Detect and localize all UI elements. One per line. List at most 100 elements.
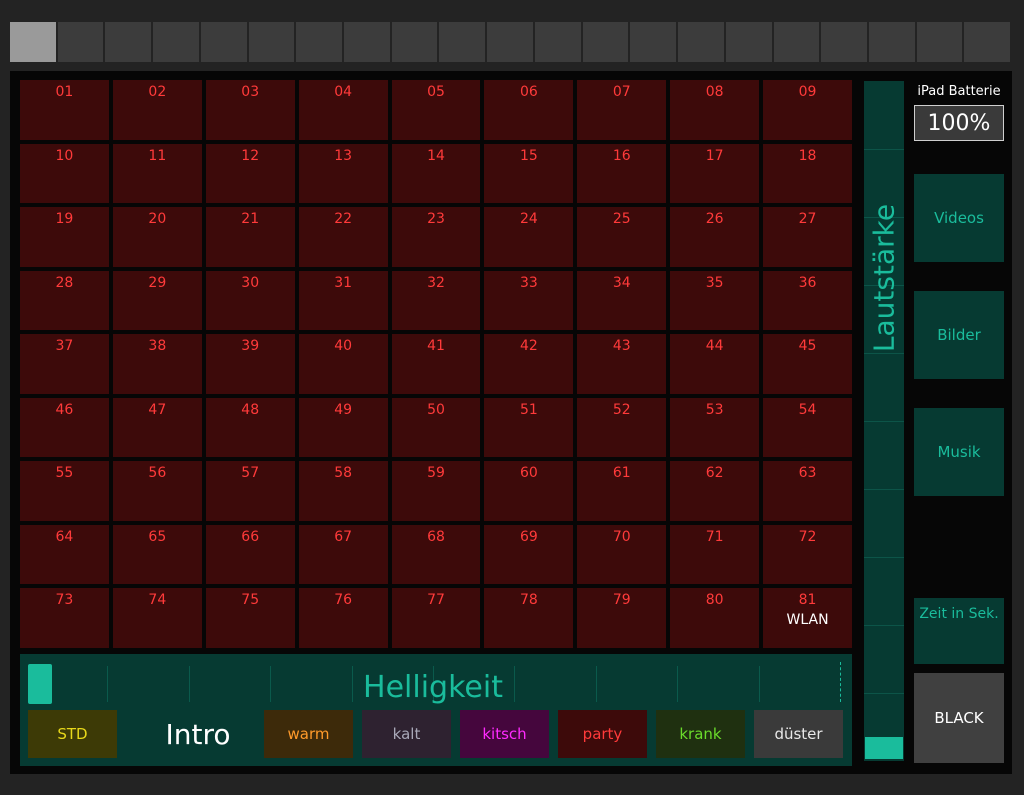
page-tab[interactable] [439, 22, 488, 62]
clip-button[interactable]: 61 [577, 461, 667, 521]
brightness-slider[interactable]: Helligkeit [26, 662, 841, 705]
clip-button[interactable]: 46 [20, 397, 109, 458]
time-seconds-field[interactable]: Zeit in Sek. [914, 598, 1004, 664]
clip-button[interactable]: 43 [577, 334, 667, 394]
clip-button[interactable]: 74 [112, 588, 202, 648]
page-tab[interactable] [630, 22, 679, 62]
preset-button[interactable]: warm [264, 710, 353, 758]
clip-button[interactable]: 55 [20, 461, 109, 521]
clip-button[interactable]: 72 [763, 524, 852, 585]
clip-button[interactable]: 80 [670, 588, 760, 648]
clip-button[interactable]: 45 [763, 334, 852, 394]
clip-button[interactable]: 48 [205, 397, 295, 458]
clip-button[interactable]: 29 [112, 270, 202, 331]
clip-button[interactable]: 08 [670, 80, 760, 140]
clip-button[interactable]: 31 [298, 270, 388, 331]
page-tab[interactable] [296, 22, 345, 62]
clip-button[interactable]: 77 [391, 588, 481, 648]
clip-button[interactable]: 47 [112, 397, 202, 458]
clip-button[interactable]: 01 [20, 80, 109, 140]
clip-button[interactable]: 20 [112, 207, 202, 267]
clip-button[interactable]: 39 [205, 334, 295, 394]
clip-button[interactable]: 79 [577, 588, 667, 648]
page-tab[interactable] [725, 22, 774, 62]
clip-button[interactable]: 16 [577, 143, 667, 204]
clip-button[interactable]: 67 [298, 524, 388, 585]
clip-button[interactable]: 04 [298, 80, 388, 140]
clip-button[interactable]: 59 [391, 461, 481, 521]
clip-button[interactable]: 19 [20, 207, 109, 267]
clip-button[interactable]: 12 [205, 143, 295, 204]
clip-button[interactable]: 49 [298, 397, 388, 458]
page-tab[interactable] [916, 22, 965, 62]
clip-button[interactable]: 52 [577, 397, 667, 458]
clip-button[interactable]: 17 [670, 143, 760, 204]
musik-button[interactable]: Musik [914, 408, 1004, 496]
clip-button[interactable]: 13 [298, 143, 388, 204]
clip-button[interactable]: 40 [298, 334, 388, 394]
clip-button[interactable]: 70 [577, 524, 667, 585]
clip-button[interactable]: 06 [484, 80, 574, 140]
clip-button[interactable]: 66 [205, 524, 295, 585]
clip-button[interactable]: 53 [670, 397, 760, 458]
clip-button[interactable]: 05 [391, 80, 481, 140]
clip-button[interactable]: 24 [484, 207, 574, 267]
clip-button[interactable]: 51 [484, 397, 574, 458]
clip-button[interactable]: 41 [391, 334, 481, 394]
clip-button[interactable]: 26 [670, 207, 760, 267]
bilder-button[interactable]: Bilder [914, 291, 1004, 379]
preset-button[interactable]: krank [656, 710, 745, 758]
clip-button[interactable]: 22 [298, 207, 388, 267]
videos-button[interactable]: Videos [914, 174, 1004, 262]
preset-button[interactable]: party [558, 710, 647, 758]
clip-button[interactable]: 69 [484, 524, 574, 585]
clip-button[interactable]: 28 [20, 270, 109, 331]
preset-button[interactable]: kalt [362, 710, 451, 758]
clip-button[interactable]: 64 [20, 524, 109, 585]
clip-button[interactable]: 09 [763, 80, 852, 140]
preset-button[interactable]: STD [28, 710, 117, 758]
volume-slider[interactable]: Lautstärke [864, 81, 904, 761]
page-tab[interactable] [821, 22, 869, 62]
clip-button[interactable]: 35 [670, 270, 760, 331]
clip-button[interactable]: 78 [484, 588, 574, 648]
clip-button[interactable]: 18 [763, 143, 852, 204]
page-tab[interactable] [678, 22, 726, 62]
clip-button[interactable]: 30 [205, 270, 295, 331]
clip-button[interactable]: 36 [763, 270, 852, 331]
page-tab[interactable] [153, 22, 201, 62]
clip-button[interactable]: 50 [391, 397, 481, 458]
clip-button[interactable]: 37 [20, 334, 109, 394]
clip-button[interactable]: 14 [391, 143, 481, 204]
clip-button[interactable]: 38 [112, 334, 202, 394]
clip-button[interactable]: 62 [670, 461, 760, 521]
page-tab[interactable] [964, 22, 1013, 62]
clip-button[interactable]: 56 [112, 461, 202, 521]
clip-button[interactable]: 42 [484, 334, 574, 394]
page-tab[interactable] [391, 22, 440, 62]
clip-button[interactable]: 68 [391, 524, 481, 585]
clip-button[interactable]: 25 [577, 207, 667, 267]
volume-slider-handle[interactable] [865, 737, 903, 759]
clip-button[interactable]: 81 WLAN [763, 588, 852, 648]
clip-button[interactable]: 15 [484, 143, 574, 204]
clip-button[interactable]: 57 [205, 461, 295, 521]
clip-button[interactable]: 65 [112, 524, 202, 585]
clip-button[interactable]: 33 [484, 270, 574, 331]
clip-button[interactable]: 21 [205, 207, 295, 267]
clip-button[interactable]: 03 [205, 80, 295, 140]
page-tab[interactable] [57, 22, 106, 62]
clip-button[interactable]: 71 [670, 524, 760, 585]
black-button[interactable]: BLACK [914, 673, 1004, 763]
preset-button[interactable]: düster [754, 710, 843, 758]
clip-button[interactable]: 07 [577, 80, 667, 140]
clip-button[interactable]: 76 [298, 588, 388, 648]
page-tab[interactable] [773, 22, 822, 62]
clip-button[interactable]: 27 [763, 207, 852, 267]
clip-button[interactable]: 75 [205, 588, 295, 648]
clip-button[interactable]: 63 [763, 461, 852, 521]
clip-button[interactable]: 34 [577, 270, 667, 331]
preset-button[interactable]: kitsch [460, 710, 549, 758]
clip-button[interactable]: 44 [670, 334, 760, 394]
page-tab[interactable] [582, 22, 631, 62]
